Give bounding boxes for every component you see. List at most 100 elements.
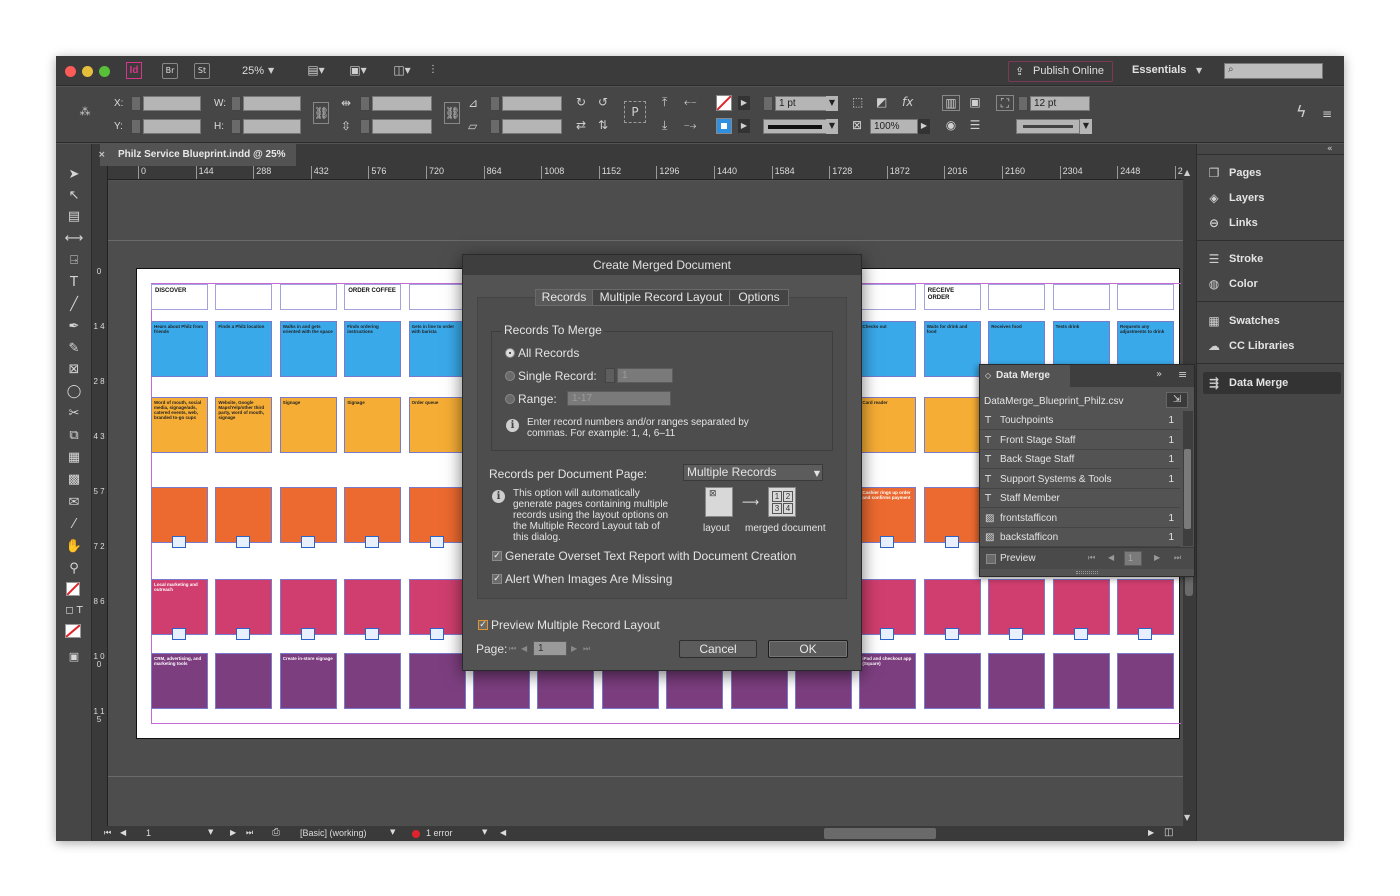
- records-per-page-select[interactable]: Multiple Records ▼: [683, 464, 823, 481]
- publish-online-button[interactable]: ⇪ Publish Online: [1008, 61, 1113, 82]
- stage-header[interactable]: [859, 284, 917, 310]
- preview-layout-checkbox[interactable]: ✓: [478, 620, 488, 630]
- screen-mode-tool-icon[interactable]: ▣: [64, 648, 84, 666]
- hand-tool-icon[interactable]: ✋: [64, 538, 84, 556]
- collapse-icon[interactable]: ◇: [985, 365, 991, 387]
- scroll-left-icon[interactable]: ◀: [500, 828, 506, 837]
- panel-cc-libraries[interactable]: ☁ CC Libraries: [1203, 335, 1341, 357]
- chevron-down-icon[interactable]: ▼: [208, 828, 213, 836]
- chevron-down-icon[interactable]: ▼: [1196, 64, 1202, 78]
- pencil-tool-icon[interactable]: ✎: [64, 340, 84, 358]
- tab-records[interactable]: Records: [535, 289, 593, 306]
- record-number-field[interactable]: 1: [1124, 551, 1142, 566]
- create-merged-document-icon[interactable]: ⇲: [1166, 392, 1188, 408]
- last-page-icon[interactable]: ⏭: [246, 828, 253, 838]
- free-transform-tool-icon[interactable]: ⧉: [64, 427, 84, 445]
- previous-page-icon[interactable]: ◀: [120, 828, 126, 837]
- minimize-window-button[interactable]: [82, 66, 93, 77]
- fitting-frame-icon[interactable]: ⬚: [852, 95, 863, 109]
- panel-data-merge[interactable]: ⇶ Data Merge: [1203, 372, 1341, 394]
- opacity-field[interactable]: 100%: [870, 119, 918, 134]
- blueprint-card[interactable]: Local marketing and outreach: [151, 579, 208, 635]
- blueprint-card[interactable]: Card reader: [859, 397, 917, 453]
- next-record-icon[interactable]: ▶: [1154, 553, 1160, 562]
- data-merge-tab[interactable]: ◇ Data Merge: [980, 365, 1070, 387]
- blueprint-card[interactable]: Signage: [279, 397, 337, 453]
- stroke-menu-arrow-icon[interactable]: ▶: [738, 119, 750, 133]
- gap-tool-icon[interactable]: ⟷: [64, 230, 84, 248]
- ok-button[interactable]: OK: [768, 640, 848, 658]
- alert-missing-images-checkbox[interactable]: ✓: [492, 574, 502, 584]
- blueprint-card[interactable]: iPad and checkout app (Square): [859, 653, 917, 709]
- offset-field[interactable]: 12 pt: [1030, 96, 1090, 111]
- rotate-ccw-icon[interactable]: ↺: [598, 95, 608, 109]
- stroke-weight-stepper[interactable]: [763, 96, 773, 111]
- arrange-documents-icon[interactable]: ◫▾: [390, 63, 414, 77]
- image-placeholder-icon[interactable]: [236, 536, 251, 548]
- blueprint-card[interactable]: [279, 487, 337, 543]
- vertical-ruler[interactable]: 0 1 4 2 8 4 3 5 7 7 2 8 6 1 0 0 1 1 5: [92, 166, 108, 826]
- expand-panel-icon[interactable]: »: [1156, 369, 1162, 380]
- view-options-icon[interactable]: ▤▾: [304, 63, 328, 77]
- h-field[interactable]: [243, 119, 301, 134]
- image-placeholder-icon[interactable]: [429, 536, 444, 548]
- image-placeholder-icon[interactable]: [1073, 628, 1088, 640]
- stage-header[interactable]: ORDER COFFEE: [344, 284, 402, 310]
- y-field[interactable]: [143, 119, 201, 134]
- preview-checkbox[interactable]: [986, 554, 996, 564]
- blueprint-card[interactable]: CRM, advertising, and marketing tools: [151, 653, 208, 709]
- ellipse-tool-icon[interactable]: ◯: [64, 383, 84, 401]
- opacity-arrow-icon[interactable]: ▶: [918, 119, 930, 134]
- h-stepper[interactable]: [231, 119, 241, 134]
- image-placeholder-icon[interactable]: [300, 536, 315, 548]
- scale-y-field[interactable]: [372, 119, 432, 134]
- search-input[interactable]: ⌕: [1224, 63, 1323, 79]
- blueprint-card[interactable]: [988, 653, 1046, 709]
- panel-links[interactable]: ⊖ Links: [1203, 212, 1341, 234]
- scroll-up-icon[interactable]: ▲: [1184, 166, 1190, 180]
- flip-vertical-icon[interactable]: ⇅: [598, 118, 608, 132]
- line-tool-icon[interactable]: ╱: [64, 296, 84, 314]
- single-record-stepper[interactable]: [605, 368, 615, 383]
- chevron-down-icon[interactable]: ▼: [1080, 119, 1092, 134]
- last-page-icon[interactable]: ⏭: [583, 644, 590, 654]
- drop-shadow-icon[interactable]: ◩: [876, 95, 887, 109]
- text-wrap-jump-icon[interactable]: ☰: [966, 118, 984, 134]
- first-record-icon[interactable]: ⏮: [1088, 553, 1095, 563]
- x-field[interactable]: [143, 96, 201, 111]
- chevron-down-icon[interactable]: ▼: [268, 64, 274, 78]
- stock-button[interactable]: St: [194, 63, 210, 79]
- shear-field[interactable]: [502, 119, 562, 134]
- image-placeholder-icon[interactable]: [172, 536, 186, 548]
- blueprint-card[interactable]: Word of mouth, social media, signage/ads…: [151, 397, 208, 453]
- apply-color-icon[interactable]: ◻ T: [64, 602, 84, 620]
- gradient-swatch-tool-icon[interactable]: ▦: [64, 449, 84, 467]
- reference-point-icon[interactable]: ⁂: [76, 105, 94, 119]
- scroll-right-icon[interactable]: ▶: [1148, 828, 1154, 837]
- blueprint-card[interactable]: [1117, 653, 1174, 709]
- preflight-error-count[interactable]: 1 error: [426, 828, 453, 838]
- scissors-tool-icon[interactable]: ✂: [64, 405, 84, 423]
- stage-header[interactable]: [215, 284, 273, 310]
- fields-scrollbar[interactable]: [1183, 411, 1193, 546]
- first-page-icon[interactable]: ⏮: [104, 828, 111, 838]
- image-placeholder-icon[interactable]: [236, 628, 251, 640]
- rotate-field[interactable]: [502, 96, 562, 111]
- blueprint-card[interactable]: [859, 579, 917, 635]
- stage-header[interactable]: [279, 284, 337, 310]
- blueprint-card[interactable]: [279, 579, 337, 635]
- stage-header[interactable]: [1117, 284, 1174, 310]
- x-stepper[interactable]: [131, 96, 141, 111]
- data-field-row[interactable]: T Back Stage Staff 1: [980, 450, 1180, 469]
- blueprint-card[interactable]: [988, 579, 1046, 635]
- note-tool-icon[interactable]: ✉: [64, 494, 84, 512]
- text-wrap-bbox-icon[interactable]: ▣: [966, 95, 984, 111]
- shear-stepper[interactable]: [490, 119, 500, 134]
- image-placeholder-icon[interactable]: [365, 628, 380, 640]
- zoom-level[interactable]: 25%: [242, 65, 264, 77]
- single-record-radio[interactable]: [505, 371, 515, 381]
- effects-fx-icon[interactable]: fx: [902, 95, 913, 109]
- w-stepper[interactable]: [231, 96, 241, 111]
- previous-page-icon[interactable]: ◀: [521, 644, 527, 653]
- blueprint-card[interactable]: Walks in and gets oriented with the spac…: [279, 321, 337, 377]
